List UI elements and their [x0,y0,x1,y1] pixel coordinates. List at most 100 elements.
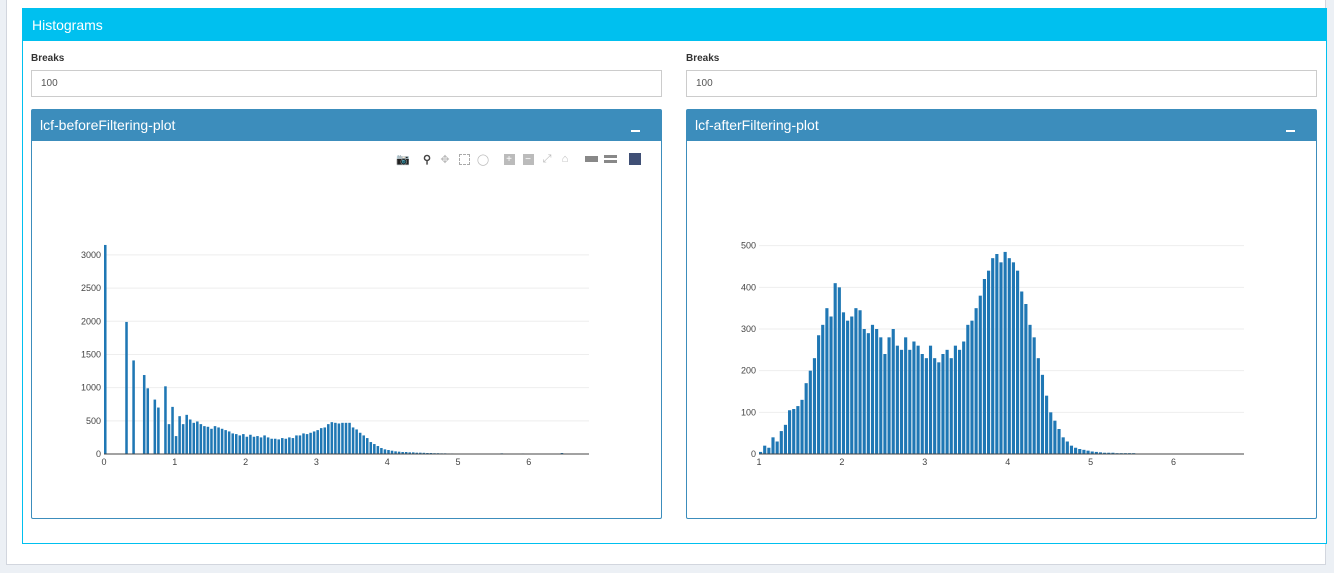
histogram-bar[interactable] [1057,429,1061,454]
histogram-bar[interactable] [295,435,298,454]
histogram-bar[interactable] [841,312,846,454]
histogram-bar[interactable] [217,427,220,454]
collapse-icon[interactable] [1286,118,1296,134]
histogram-bar[interactable] [957,349,962,454]
histogram-bar[interactable] [833,283,837,454]
histogram-bar[interactable] [231,433,234,454]
histogram-bar[interactable] [982,279,986,454]
histogram-bar[interactable] [779,431,783,454]
histogram-bar[interactable] [341,422,344,454]
histogram-bar[interactable] [1061,437,1065,454]
histogram-bar[interactable] [875,329,879,454]
histogram-bar[interactable] [227,431,231,454]
histogram-bar[interactable] [966,324,970,454]
histogram-bar[interactable] [213,426,217,454]
histogram-bar[interactable] [937,362,941,454]
histogram-bar[interactable] [850,316,854,455]
histogram-bar[interactable] [1049,412,1053,454]
histogram-bar[interactable] [281,438,284,454]
histogram-bar[interactable] [383,449,387,454]
histogram-bar[interactable] [883,354,887,454]
histogram-bar[interactable] [999,262,1003,454]
histogram-bar[interactable] [270,438,273,454]
histogram-bar[interactable] [991,258,995,454]
histogram-bar[interactable] [291,438,295,454]
histogram-bar[interactable] [792,409,796,454]
histogram-bar[interactable] [348,422,351,454]
histogram-bar[interactable] [899,349,904,454]
histogram-bar[interactable] [1016,270,1020,454]
histogram-bar[interactable] [362,435,365,454]
histogram-bar[interactable] [284,438,288,454]
histogram-bar[interactable] [854,308,858,454]
histogram-bar[interactable] [167,424,171,454]
histogram-bar[interactable] [185,414,188,454]
histogram-bar[interactable] [319,428,323,454]
histogram-bar[interactable] [912,341,916,455]
histogram-bar[interactable] [1078,449,1082,454]
histogram-bar[interactable] [771,437,775,454]
after-filtering-chart[interactable]: 0 100 200 300 400 500 1 2 3 4 5 6 [687,141,1316,519]
histogram-bar[interactable] [846,320,850,454]
histogram-bar[interactable] [924,358,928,454]
histogram-bar[interactable] [373,444,376,454]
histogram-bar[interactable] [355,429,358,454]
histogram-bar[interactable] [263,435,266,454]
histogram-bar[interactable] [953,345,957,454]
histogram-bar[interactable] [788,410,792,454]
histogram-bar[interactable] [945,349,949,454]
histogram-bar[interactable] [181,424,185,454]
histogram-bar[interactable] [206,426,210,454]
histogram-bar[interactable] [337,423,341,454]
histogram-bar[interactable] [298,435,302,454]
histogram-bar[interactable] [1020,291,1024,455]
histogram-bar[interactable] [933,358,937,454]
histogram-bar[interactable] [142,375,146,454]
histogram-bar[interactable] [920,354,924,454]
histogram-bar[interactable] [817,335,821,454]
histogram-bar[interactable] [829,316,833,455]
histogram-bar[interactable] [1040,374,1045,454]
histogram-bar[interactable] [224,430,227,454]
histogram-bar[interactable] [775,441,779,455]
histogram-bar[interactable] [904,337,908,454]
histogram-bar[interactable] [302,433,305,454]
histogram-bar[interactable] [316,430,319,454]
histogram-bar[interactable] [986,270,991,454]
histogram-bar[interactable] [380,448,383,454]
histogram-bar[interactable] [252,436,256,454]
histogram-bar[interactable] [234,434,238,454]
histogram-bar[interactable] [1003,251,1007,454]
histogram-bar[interactable] [164,386,167,454]
histogram-bar[interactable] [837,287,841,454]
histogram-bar[interactable] [796,406,800,454]
before-filtering-chart[interactable]: 0 500 1000 1500 2000 2500 3000 0 1 2 3 4 5 6 [32,141,661,519]
histogram-bar[interactable] [928,345,933,454]
histogram-bar[interactable] [812,358,817,454]
right-breaks-input[interactable]: 100 [686,70,1317,97]
histogram-bar[interactable] [387,450,390,454]
histogram-bar[interactable] [1074,447,1078,454]
histogram-bar[interactable] [879,337,883,454]
histogram-bar[interactable] [866,333,870,454]
histogram-bar[interactable] [821,324,825,454]
histogram-bar[interactable] [995,254,999,454]
histogram-bar[interactable] [330,422,334,454]
histogram-bar[interactable] [862,329,866,454]
histogram-bar[interactable] [327,424,330,454]
histogram-bar[interactable] [196,421,199,454]
histogram-bar[interactable] [351,427,355,454]
histogram-bar[interactable] [369,442,373,454]
histogram-bar[interactable] [962,341,966,455]
histogram-bar[interactable] [895,345,899,454]
histogram-bar[interactable] [157,407,160,454]
histogram-bar[interactable] [1028,324,1032,454]
histogram-bar[interactable] [891,329,895,454]
histogram-bar[interactable] [949,358,953,454]
histogram-bar[interactable] [783,424,788,454]
histogram-bar[interactable] [344,422,348,454]
histogram-bar[interactable] [1053,420,1057,454]
histogram-bar[interactable] [277,439,281,454]
histogram-bar[interactable] [1036,358,1040,454]
histogram-bar[interactable] [763,445,767,454]
